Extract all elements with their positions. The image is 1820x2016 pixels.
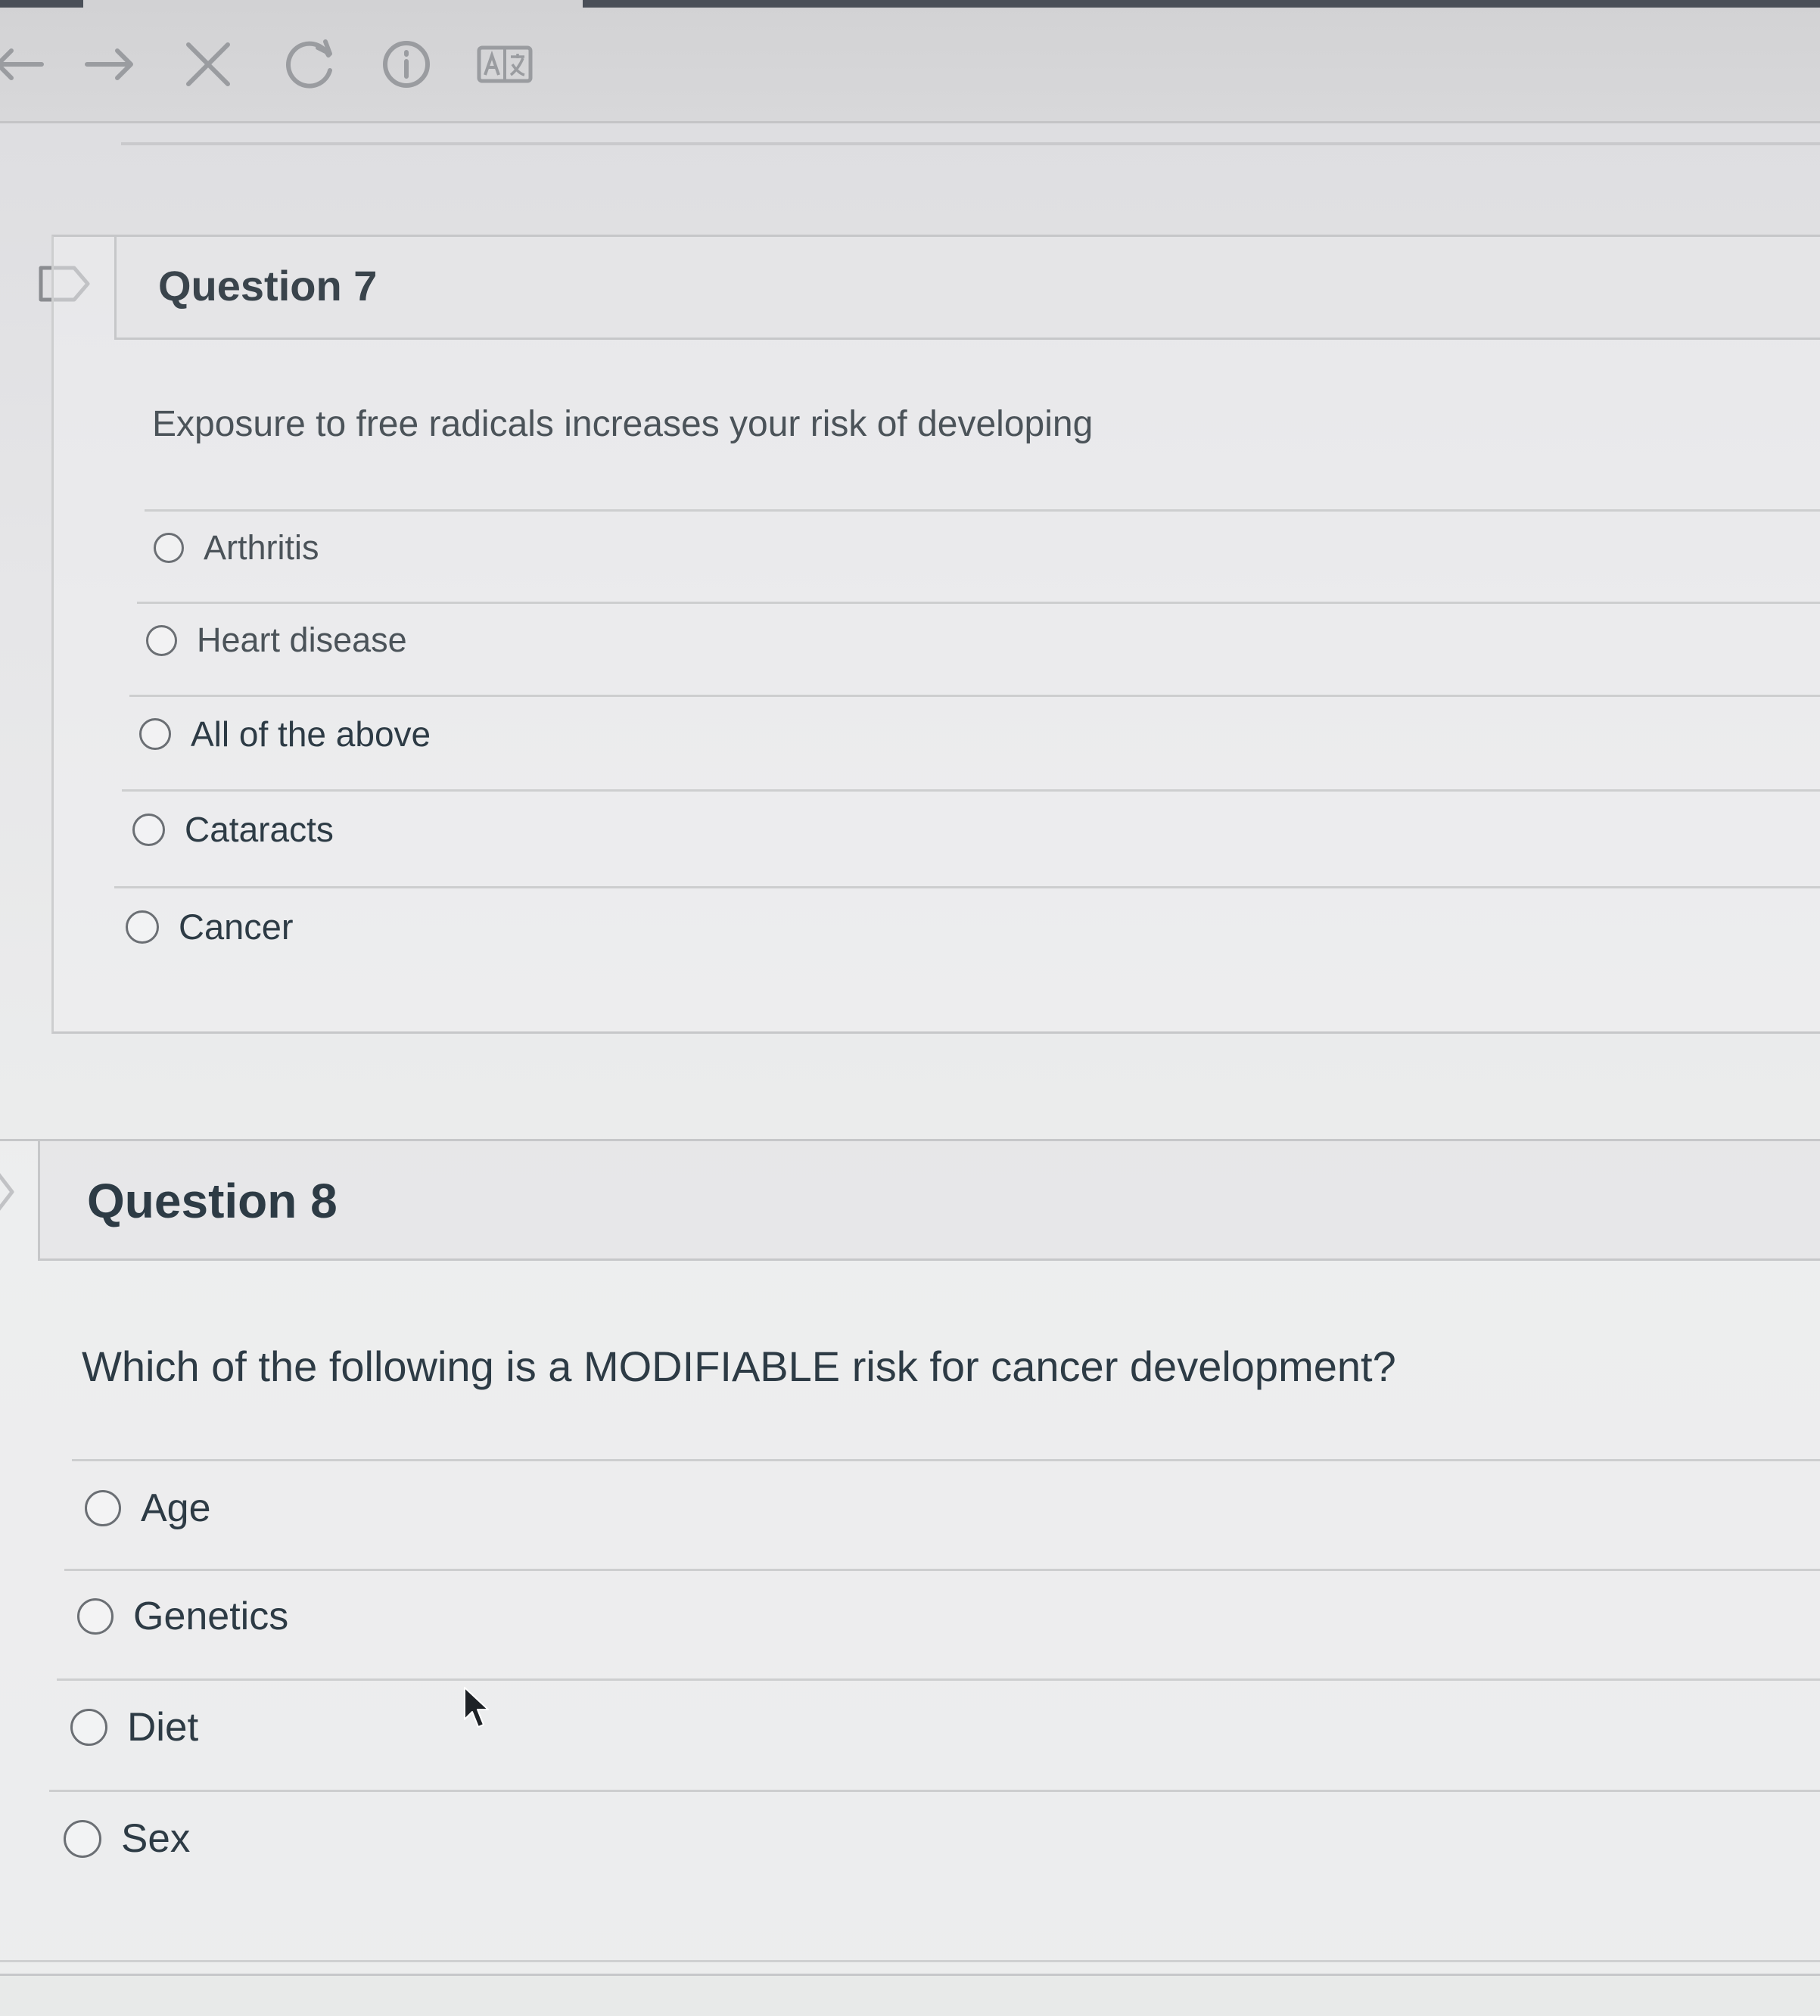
answer-option[interactable]: Arthritis (154, 528, 319, 568)
reload-icon[interactable] (276, 30, 344, 98)
answer-option[interactable]: Heart disease (146, 621, 407, 660)
info-icon[interactable] (372, 30, 440, 98)
answer-option[interactable]: Genetics (77, 1594, 288, 1639)
option-separator (145, 509, 1820, 512)
radio-button[interactable] (70, 1709, 107, 1746)
option-separator (72, 1459, 1820, 1461)
question-prompt: Which of the following is a MODIFIABLE r… (82, 1342, 1396, 1390)
option-separator (49, 1790, 1820, 1792)
option-separator (64, 1569, 1820, 1571)
toolbar-top-strip (583, 0, 1820, 8)
answer-option[interactable]: Age (85, 1486, 211, 1531)
option-separator (122, 789, 1820, 792)
option-separator (114, 886, 1820, 888)
option-label: Age (141, 1486, 211, 1530)
question-header: Question 8 (38, 1141, 1820, 1261)
radio-button[interactable] (139, 718, 171, 750)
option-label: Heart disease (197, 621, 407, 659)
answer-option[interactable]: Cataracts (132, 809, 334, 850)
answer-option[interactable]: All of the above (139, 714, 431, 754)
option-separator (57, 1678, 1820, 1681)
radio-button[interactable] (154, 533, 184, 563)
radio-button[interactable] (85, 1490, 121, 1526)
question-prompt: Exposure to free radicals increases your… (152, 404, 1094, 444)
question-card: Question 8 Which of the following is a M… (0, 1139, 1820, 1976)
answer-option[interactable]: Cancer (126, 906, 294, 947)
page-bottom-divider (0, 1960, 1820, 1962)
question-title: Question 8 (87, 1174, 338, 1228)
radio-button[interactable] (126, 910, 159, 944)
option-label: All of the above (191, 714, 431, 754)
radio-button[interactable] (146, 624, 177, 656)
question-card: Question 7 Exposure to free radicals inc… (51, 235, 1820, 1034)
back-arrow-icon[interactable] (0, 30, 53, 98)
option-separator (129, 695, 1820, 697)
answer-option[interactable]: Sex (64, 1815, 190, 1862)
option-label: Cancer (179, 907, 294, 947)
option-label: Genetics (133, 1594, 289, 1638)
option-label: Cataracts (185, 810, 334, 849)
option-label: Sex (121, 1816, 191, 1861)
answer-option[interactable]: Diet (70, 1704, 198, 1750)
option-label: Arthritis (204, 528, 319, 567)
browser-toolbar (0, 0, 1820, 123)
mouse-pointer-icon (462, 1686, 492, 1731)
question-header: Question 7 (114, 237, 1820, 340)
translate-icon[interactable] (471, 30, 539, 98)
question-title: Question 7 (158, 262, 378, 310)
option-label: Diet (127, 1705, 199, 1750)
content-divider (121, 142, 1820, 145)
quiz-page: Question 7 Exposure to free radicals inc… (0, 0, 1820, 2016)
radio-button[interactable] (64, 1819, 101, 1858)
option-separator (137, 602, 1820, 604)
toolbar-top-strip (0, 0, 83, 8)
radio-button[interactable] (132, 813, 165, 846)
radio-button[interactable] (77, 1598, 114, 1635)
forward-arrow-icon[interactable] (76, 30, 144, 98)
stop-icon[interactable] (174, 30, 242, 98)
